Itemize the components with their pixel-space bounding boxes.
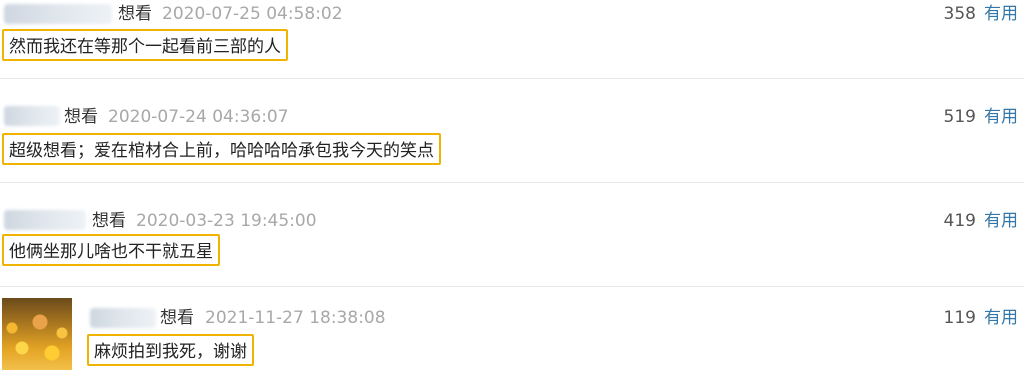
divider — [0, 286, 1024, 287]
comment-time: 2020-07-24 04:36:07 — [108, 107, 289, 127]
useful-vote-button[interactable]: 有用 — [984, 4, 1018, 24]
vote-count: 519 — [943, 107, 976, 127]
comment-item: 想看 2021-11-27 18:38:08 119 有用 麻烦拍到我死，谢谢 — [0, 298, 1024, 374]
comment-text: 然而我还在等那个一起看前三部的人 — [2, 29, 288, 61]
comment-status: 想看 — [118, 4, 152, 24]
divider — [0, 78, 1024, 79]
comment-time: 2020-03-23 19:45:00 — [136, 211, 317, 231]
comment-item: 想看 2020-07-25 04:58:02 358 有用 然而我还在等那个一起看… — [0, 0, 1024, 78]
user-avatar[interactable] — [2, 298, 72, 370]
comment-status: 想看 — [160, 308, 194, 328]
username-blurred[interactable] — [4, 106, 60, 126]
comment-votes: 119 有用 — [944, 307, 1018, 329]
comment-time: 2020-07-25 04:58:02 — [162, 4, 343, 24]
comment-status: 想看 — [64, 107, 98, 127]
useful-vote-button[interactable]: 有用 — [984, 211, 1018, 231]
vote-count: 358 — [943, 4, 976, 24]
comment-status: 想看 — [92, 211, 126, 231]
useful-vote-button[interactable]: 有用 — [984, 107, 1018, 127]
username-blurred[interactable] — [4, 210, 86, 230]
username-blurred[interactable] — [90, 308, 156, 328]
comment-item: 想看 2020-07-24 04:36:07 519 有用 超级想看；爱在棺材合上… — [0, 100, 1024, 182]
comment-text: 他俩坐那儿啥也不干就五星 — [2, 234, 220, 266]
comment-votes: 519 有用 — [944, 106, 1018, 128]
divider — [0, 182, 1024, 183]
vote-count: 419 — [943, 211, 976, 231]
comment-item: 想看 2020-03-23 19:45:00 419 有用 他俩坐那儿啥也不干就五… — [0, 204, 1024, 286]
vote-count: 119 — [943, 308, 976, 328]
comment-votes: 358 有用 — [944, 3, 1018, 25]
comment-text: 超级想看；爱在棺材合上前，哈哈哈哈承包我今天的笑点 — [2, 133, 441, 165]
useful-vote-button[interactable]: 有用 — [984, 308, 1018, 328]
username-blurred[interactable] — [4, 4, 112, 24]
comment-text: 麻烦拍到我死，谢谢 — [87, 334, 254, 366]
comment-time: 2021-11-27 18:38:08 — [205, 308, 386, 328]
comment-votes: 419 有用 — [944, 210, 1018, 232]
